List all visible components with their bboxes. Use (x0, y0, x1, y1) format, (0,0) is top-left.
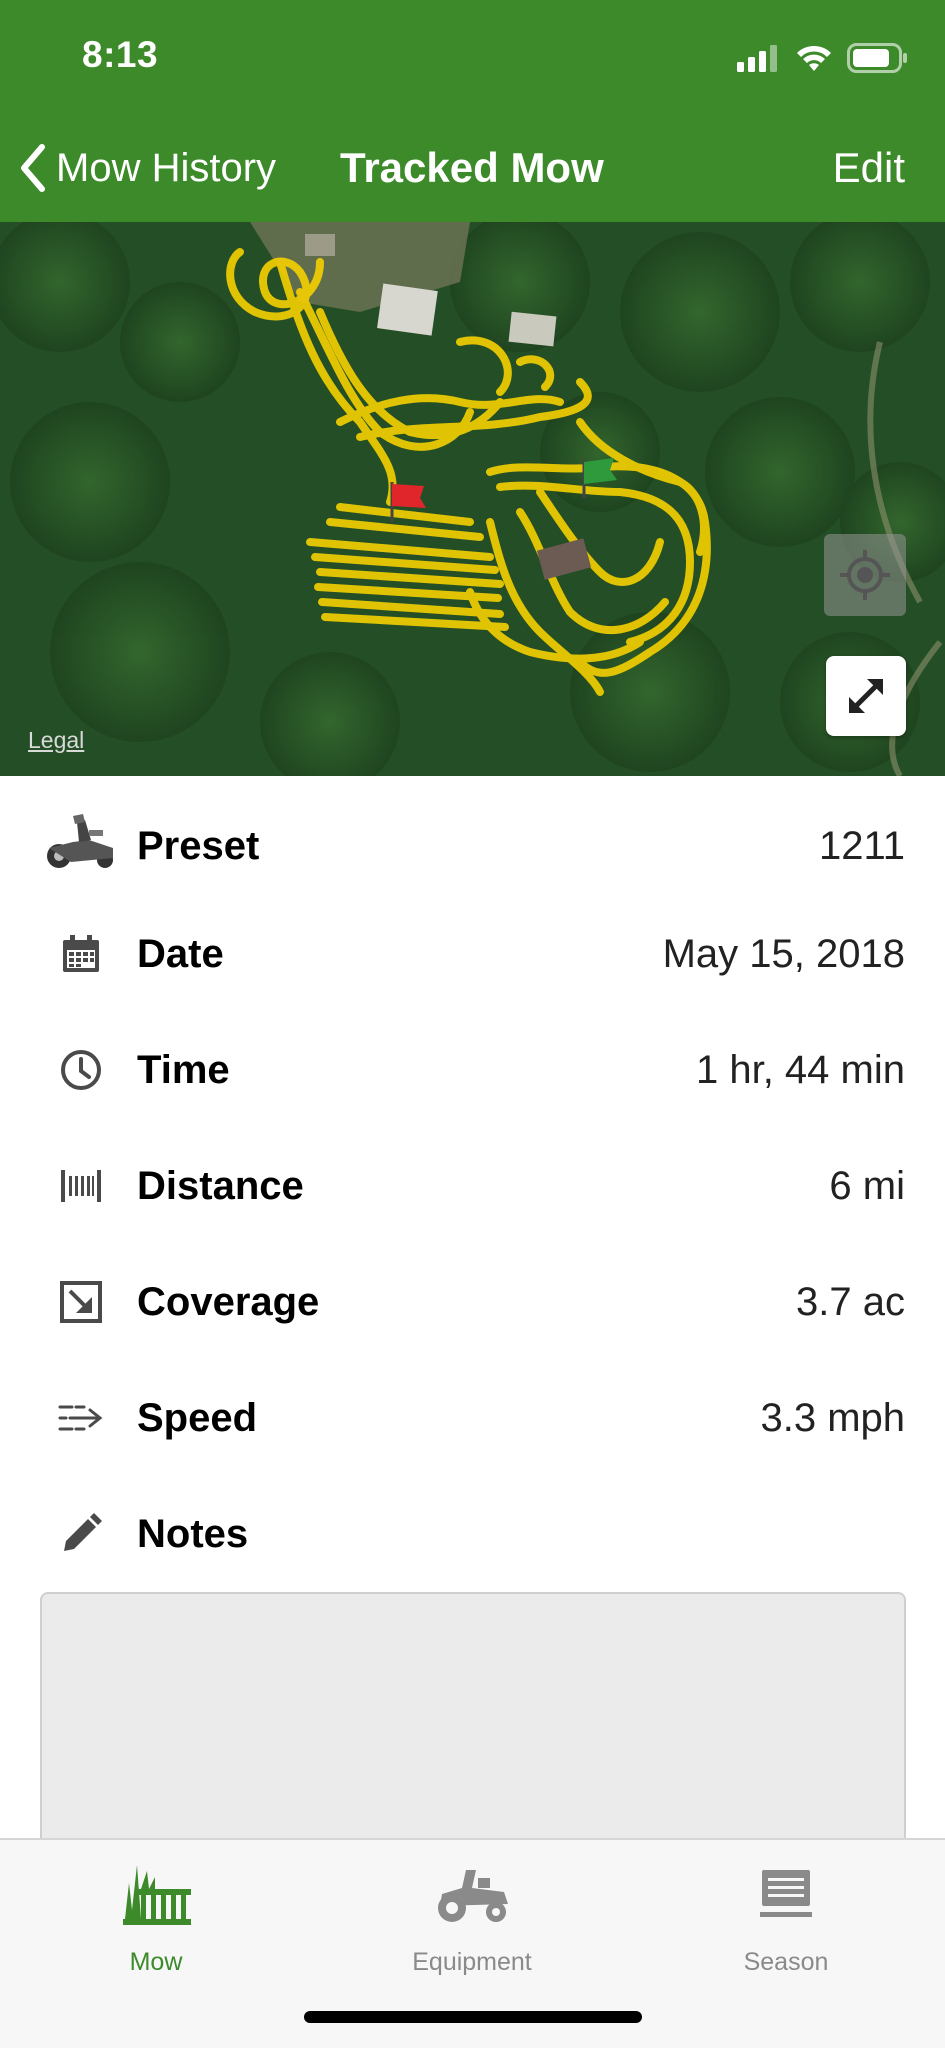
status-time: 8:13 (82, 34, 159, 75)
tab-equipment[interactable]: Equipment (352, 1854, 592, 1984)
coverage-label: Coverage (137, 1280, 320, 1324)
expand-icon (849, 679, 883, 713)
clock-icon (54, 1048, 108, 1092)
battery-icon (847, 43, 907, 73)
preset-value: 1211 (818, 824, 905, 868)
preset-label: Preset (137, 824, 260, 868)
wifi-icon (797, 45, 831, 71)
coverage-value: 3.7 ac (796, 1280, 905, 1324)
crosshair-icon (840, 550, 890, 600)
mow-track-map[interactable]: Legal (0, 222, 945, 776)
status-bar: 8:13 (0, 0, 945, 110)
notes-row: Notes (0, 1474, 945, 1590)
time-value: 1 hr, 44 min (695, 1048, 905, 1092)
speed-row: Speed 3.3 mph (0, 1358, 945, 1474)
mow-icon (123, 1865, 191, 1925)
distance-icon (54, 1164, 108, 1208)
preset-row: Preset 1211 (0, 786, 945, 902)
notes-textarea[interactable] (40, 1592, 906, 1852)
time-row: Time 1 hr, 44 min (0, 1010, 945, 1126)
time-label: Time (137, 1048, 230, 1092)
expand-map-button[interactable] (826, 656, 906, 736)
tab-season[interactable]: Season (666, 1854, 906, 1984)
back-button[interactable]: Mow History (20, 140, 276, 196)
date-label: Date (137, 932, 224, 976)
calendar-icon (54, 932, 108, 976)
status-icons (737, 40, 909, 76)
distance-value: 6 mi (829, 1164, 905, 1208)
mower-icon (42, 812, 120, 872)
chevron-left-icon (21, 144, 45, 192)
satellite-map (0, 222, 945, 776)
tab-season-label: Season (743, 1948, 829, 1976)
distance-label: Distance (137, 1164, 304, 1208)
coverage-row: Coverage 3.7 ac (0, 1242, 945, 1358)
map-legal-link[interactable]: Legal (28, 727, 84, 754)
speed-value: 3.3 mph (760, 1396, 905, 1440)
tractor-icon (438, 1870, 508, 1922)
speed-label: Speed (137, 1396, 258, 1440)
season-icon (760, 1870, 812, 1917)
home-indicator (304, 2011, 642, 2023)
date-value: May 15, 2018 (662, 932, 905, 976)
back-button-label: Mow History (56, 145, 277, 190)
coverage-icon (54, 1280, 108, 1324)
header: 8:13 Mow History Tracked Mow Edit (0, 0, 945, 222)
edit-button[interactable]: Edit (833, 144, 905, 192)
locate-button[interactable] (824, 534, 906, 616)
tab-mow-label: Mow (129, 1948, 183, 1976)
tab-equipment-label: Equipment (412, 1948, 532, 1976)
notes-label: Notes (137, 1512, 249, 1556)
speed-icon (54, 1396, 108, 1440)
page-title: Tracked Mow (340, 144, 604, 191)
cellular-signal-icon (737, 45, 777, 72)
navigation-bar: Mow History Tracked Mow Edit (0, 120, 945, 216)
date-row: Date May 15, 2018 (0, 894, 945, 1010)
distance-row: Distance 6 mi (0, 1126, 945, 1242)
tab-mow[interactable]: Mow (36, 1854, 276, 1984)
pencil-icon (54, 1512, 108, 1556)
